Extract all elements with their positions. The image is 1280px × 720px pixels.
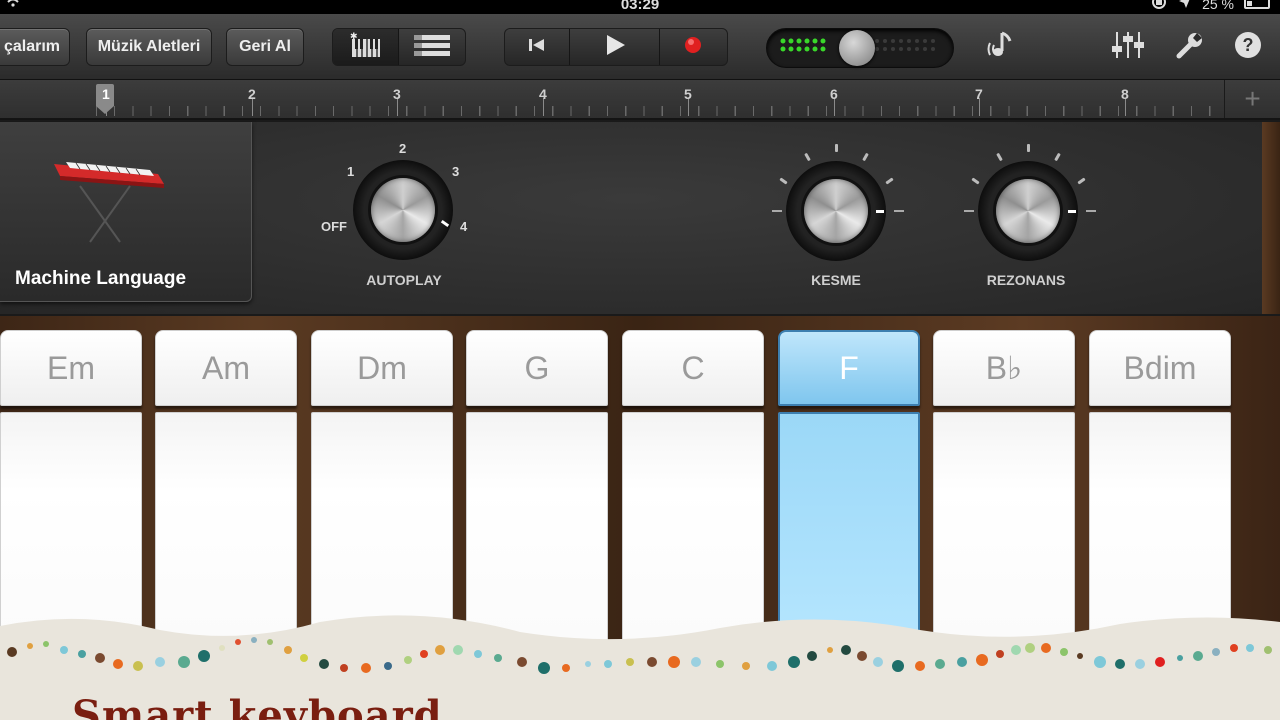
mixer-button[interactable] [1106, 28, 1150, 66]
tracks-view-icon [412, 32, 452, 63]
add-section-button[interactable]: + [1224, 80, 1280, 118]
bar-number: 4 [539, 86, 547, 102]
view-switcher: ✱ [332, 28, 466, 66]
instrument-card[interactable]: Machine Language [0, 122, 252, 302]
settings-button[interactable] [1168, 28, 1212, 66]
my-songs-button[interactable]: çalarım [0, 28, 70, 66]
play-button[interactable] [570, 29, 660, 65]
resonance-label: REZONANS [986, 272, 1066, 288]
chord-button[interactable]: C [622, 330, 764, 406]
bar-number: 5 [684, 86, 692, 102]
help-icon: ? [1234, 31, 1262, 64]
footer-title: Smart keyboard [72, 692, 443, 720]
cutoff-knob[interactable] [786, 161, 886, 261]
autoplay-mark-4: 4 [460, 219, 468, 234]
autoplay-knob[interactable] [353, 160, 453, 260]
play-icon [604, 34, 626, 61]
instrument-name: Machine Language [15, 268, 187, 289]
chord-button-active[interactable]: F [778, 330, 920, 406]
status-bar: 03:29 25 % [0, 0, 1280, 14]
transport-controls [504, 28, 728, 66]
rewind-button[interactable] [505, 29, 571, 65]
bar-number: 8 [1121, 86, 1129, 102]
resonance-knob[interactable] [978, 161, 1078, 261]
clock: 03:29 [620, 0, 660, 13]
undo-button[interactable]: Geri Al [226, 28, 304, 66]
timeline-ruler[interactable]: 1 2 3 4 5 6 7 8 + [0, 80, 1280, 120]
record-button[interactable] [660, 29, 727, 65]
bar-number: 6 [830, 86, 838, 102]
autoplay-mark-3: 3 [452, 164, 460, 179]
autoplay-mark-1: 1 [347, 164, 355, 179]
master-volume [766, 28, 954, 68]
volume-slider-thumb[interactable] [839, 30, 875, 66]
chord-button[interactable]: Am [155, 330, 297, 406]
keyboard-view-button[interactable]: ✱ [333, 29, 399, 65]
song-settings-button[interactable] [978, 28, 1022, 66]
instruments-button[interactable]: Müzik Aletleri [86, 28, 212, 66]
chord-button[interactable]: Em [0, 330, 142, 406]
bar-number: 7 [975, 86, 983, 102]
note-sound-icon [984, 29, 1016, 66]
autoplay-mark-2: 2 [399, 141, 407, 156]
chord-button[interactable]: B♭ [933, 330, 1075, 406]
wrench-icon [1175, 30, 1205, 65]
battery-icon [1244, 0, 1270, 9]
help-button[interactable]: ? [1226, 28, 1270, 66]
bar-number: 3 [393, 86, 401, 102]
tracks-view-button[interactable] [399, 29, 465, 65]
toolbar: çalarım Müzik Aletleri Geri Al ✱ ? [0, 14, 1280, 80]
mixer-icon [1111, 30, 1145, 65]
battery-percent: 25 % [1202, 0, 1234, 12]
keyboard-view-icon: ✱ [346, 31, 386, 64]
svg-text:?: ? [1243, 35, 1254, 55]
instrument-panel: Machine Language OFF 1 2 3 4 AUTOPLAY KE… [0, 122, 1262, 314]
cutoff-label: KESME [811, 272, 861, 288]
ruler-ticks [96, 106, 1224, 116]
record-icon [683, 35, 703, 60]
bar-number: 2 [248, 86, 256, 102]
bar-number: 1 [102, 86, 110, 102]
chord-button[interactable]: Dm [311, 330, 453, 406]
chord-button[interactable]: Bdim [1089, 330, 1231, 406]
autoplay-label: AUTOPLAY [366, 272, 442, 288]
wood-edge [1262, 122, 1280, 314]
location-icon [1178, 0, 1192, 12]
chord-button[interactable]: G [466, 330, 608, 406]
autoplay-off-label: OFF [321, 219, 347, 234]
svg-text:✱: ✱ [350, 31, 358, 41]
synth-keyboard-icon [54, 162, 164, 243]
rotation-lock-icon [1150, 0, 1168, 12]
skip-back-icon [528, 37, 546, 58]
